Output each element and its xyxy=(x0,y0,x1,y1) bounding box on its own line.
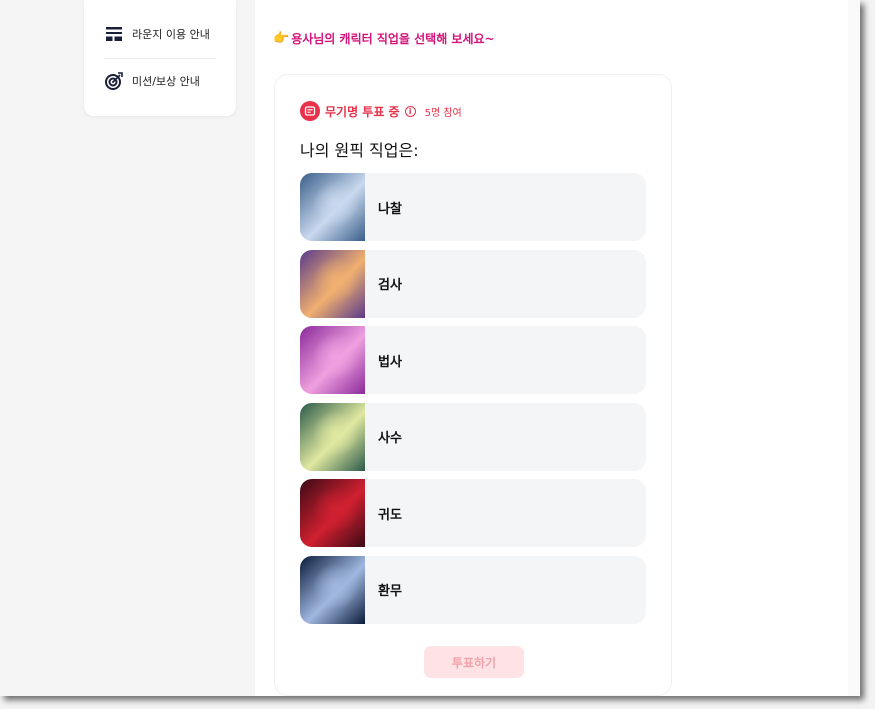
participant-count: 5명 참여 xyxy=(424,107,462,119)
vote-button[interactable]: 투표하기 xyxy=(424,646,524,678)
poll-options: 나찰검사법사사수귀도환무 xyxy=(300,173,646,632)
target-icon xyxy=(105,72,123,90)
option-thumbnail xyxy=(300,555,365,624)
sidebar-item-label: 라운지 이용 안내 xyxy=(132,28,210,41)
poll-option[interactable]: 나찰 xyxy=(300,173,646,241)
poll-icon xyxy=(300,101,320,121)
poll-option[interactable]: 사수 xyxy=(300,402,646,471)
prompt-text: 👉 용사님의 캐릭터 직업을 선택해 보세요~ xyxy=(273,30,495,47)
option-label: 법사 xyxy=(378,354,402,370)
info-icon[interactable]: i xyxy=(404,105,416,117)
poll-status: 무기명 투표 중 xyxy=(325,104,400,119)
option-thumbnail xyxy=(300,173,365,241)
option-label: 환무 xyxy=(378,584,402,599)
poll-option[interactable]: 환무 xyxy=(300,555,646,624)
option-thumbnail xyxy=(300,249,365,318)
poll-option[interactable]: 귀도 xyxy=(300,479,646,547)
option-label: 사수 xyxy=(378,431,402,446)
option-thumbnail xyxy=(300,402,365,471)
right-gutter xyxy=(848,0,860,696)
prompt-label: 용사님의 캐릭터 직업을 선택해 보세요~ xyxy=(291,32,495,46)
pointing-hand-icon: 👉 xyxy=(273,31,290,46)
option-label: 검사 xyxy=(378,278,402,293)
option-thumbnail xyxy=(300,326,365,394)
layout-icon xyxy=(106,27,122,41)
poll-option[interactable]: 법사 xyxy=(300,326,646,394)
sidebar-item-lounge-guide[interactable]: 라운지 이용 안내 xyxy=(104,24,210,44)
poll-option[interactable]: 검사 xyxy=(300,249,646,318)
poll-header: 무기명 투표 중 i 5명 참여 xyxy=(300,101,462,121)
main-content: 👉 용사님의 캐릭터 직업을 선택해 보세요~ 무기명 투표 중 i 5명 참여… xyxy=(255,0,848,696)
poll-card: 무기명 투표 중 i 5명 참여 나의 원픽 직업은: 나찰검사법사사수귀도환무… xyxy=(274,74,672,696)
list-icon xyxy=(304,106,316,116)
sidebar-card: 라운지 이용 안내 미션/보상 안내 xyxy=(84,0,236,116)
divider xyxy=(104,58,216,59)
sidebar-item-mission-guide[interactable]: 미션/보상 안내 xyxy=(104,71,200,91)
option-thumbnail xyxy=(300,479,365,547)
option-label: 나찰 xyxy=(378,201,402,217)
sidebar-item-label: 미션/보상 안내 xyxy=(132,75,200,88)
poll-question: 나의 원픽 직업은: xyxy=(300,141,419,160)
option-label: 귀도 xyxy=(378,507,402,523)
